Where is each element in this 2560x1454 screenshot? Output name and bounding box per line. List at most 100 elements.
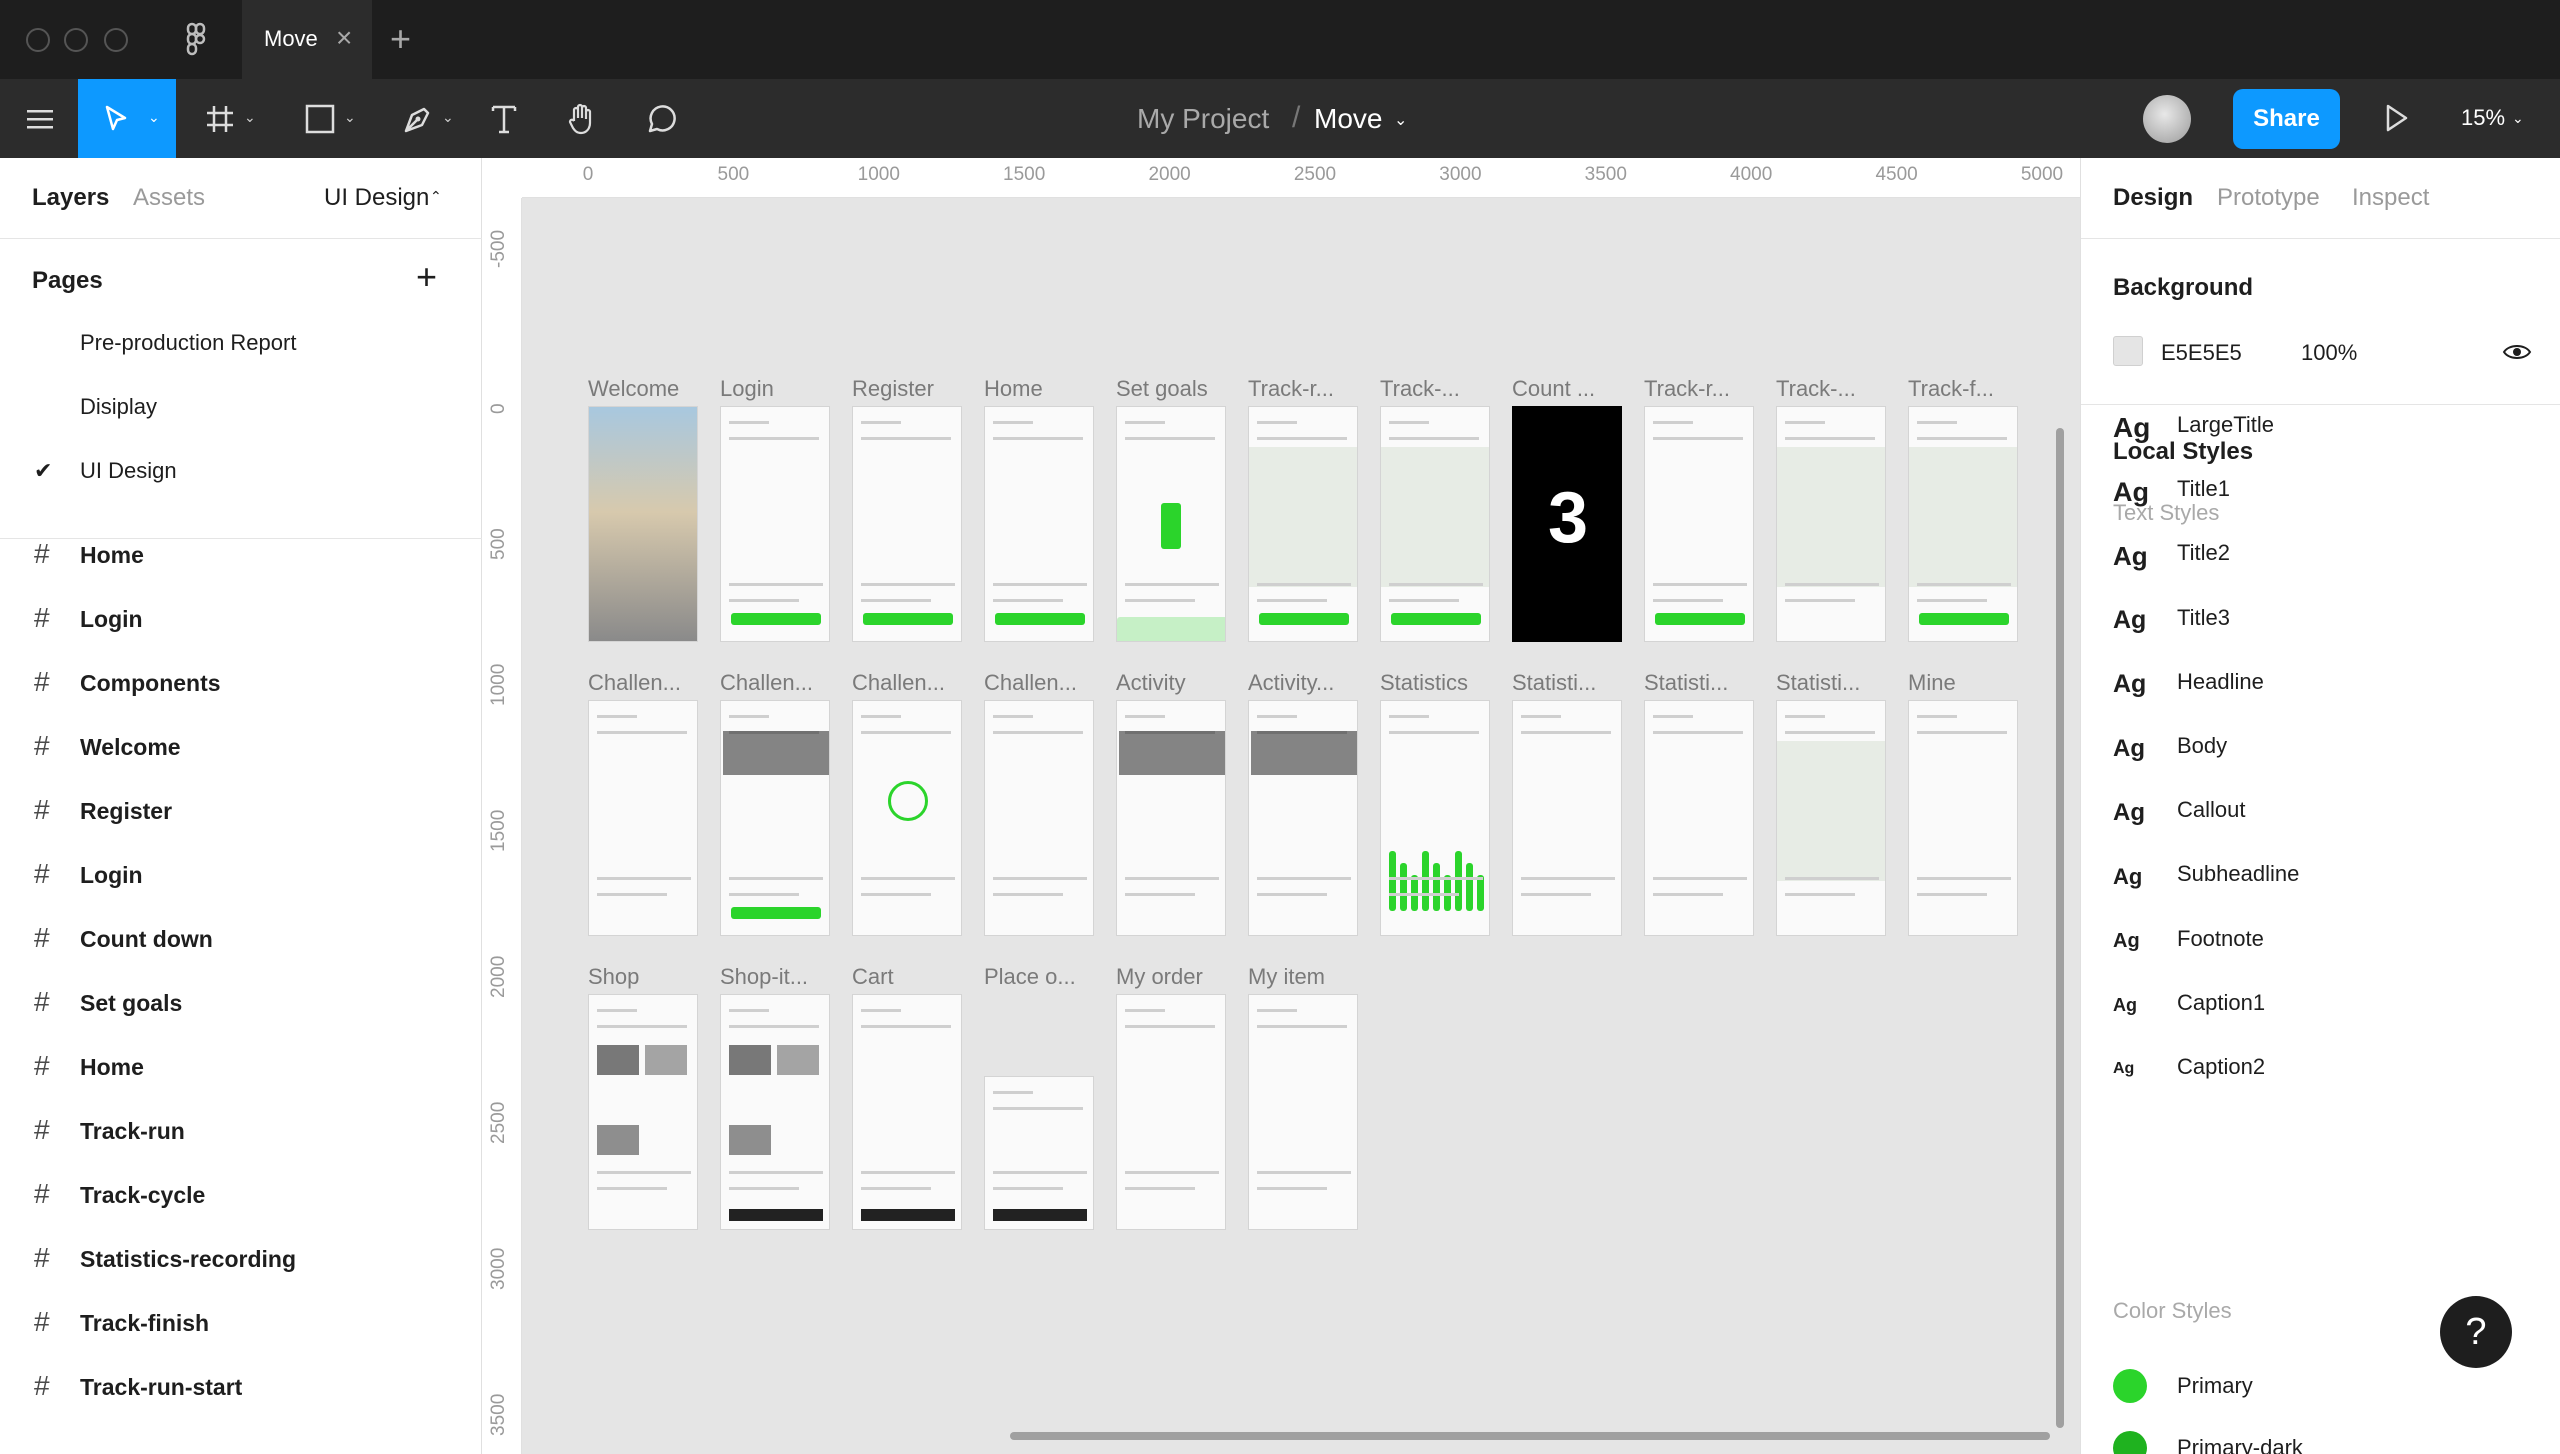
layer-row[interactable]: # Home	[0, 1034, 480, 1098]
frame-thumbnail[interactable]	[588, 406, 698, 642]
frame-label[interactable]: Track-...	[1380, 376, 1492, 402]
frame-label[interactable]: Activity	[1116, 670, 1228, 696]
add-page-button[interactable]: +	[416, 256, 437, 298]
breadcrumb-file[interactable]: Move	[1314, 103, 1382, 135]
horizontal-scrollbar[interactable]	[1010, 1432, 2050, 1440]
frame-thumbnail[interactable]	[1512, 700, 1622, 936]
frame-label[interactable]: Track-f...	[1908, 376, 2020, 402]
frame-thumbnail[interactable]	[1644, 406, 1754, 642]
text-style-name[interactable]: Caption2	[2177, 1054, 2265, 1080]
frame-label[interactable]: Cart	[852, 964, 964, 990]
tab-design[interactable]: Design	[2113, 184, 2193, 212]
chevron-down-icon[interactable]: ⌄	[2512, 110, 2524, 127]
frame-label[interactable]: Count ...	[1512, 376, 1624, 402]
pen-tool-button[interactable]: ⌄	[388, 79, 466, 158]
color-swatch-primary-dark[interactable]	[2113, 1431, 2147, 1454]
text-style-name[interactable]: Callout	[2177, 797, 2245, 823]
main-menu-button[interactable]	[16, 79, 64, 158]
help-button[interactable]: ?	[2440, 1296, 2512, 1368]
text-style-name[interactable]: LargeTitle	[2177, 412, 2274, 438]
present-play-icon[interactable]	[2380, 100, 2412, 136]
minimize-window-button[interactable]	[64, 28, 88, 52]
frame-thumbnail[interactable]	[852, 406, 962, 642]
frame-thumbnail[interactable]	[984, 1076, 1094, 1230]
frame-label[interactable]: My order	[1116, 964, 1228, 990]
layer-row[interactable]: # Track-finish	[0, 1290, 480, 1354]
frame-thumbnail[interactable]	[1380, 406, 1490, 642]
frame-label[interactable]: Activity...	[1248, 670, 1360, 696]
layer-row[interactable]: # Track-run-start	[0, 1354, 480, 1418]
figma-home-icon[interactable]	[176, 20, 216, 60]
tab-layers[interactable]: Layers	[32, 184, 109, 212]
frame-label[interactable]: Login	[720, 376, 832, 402]
frame-label[interactable]: Register	[852, 376, 964, 402]
shape-tool-button[interactable]: ⌄	[290, 79, 368, 158]
frame-thumbnail[interactable]	[1776, 406, 1886, 642]
frame-thumbnail[interactable]	[984, 406, 1094, 642]
text-style-name[interactable]: Title3	[2177, 605, 2230, 631]
vertical-scrollbar[interactable]	[2056, 428, 2064, 1428]
frame-thumbnail[interactable]	[720, 994, 830, 1230]
layer-row[interactable]: # Components	[0, 650, 480, 714]
frame-label[interactable]: Track-r...	[1248, 376, 1360, 402]
frame-thumbnail[interactable]	[1908, 406, 2018, 642]
frame-thumbnail[interactable]	[588, 700, 698, 936]
frame-label[interactable]: Challen...	[720, 670, 832, 696]
page-item-ui-design[interactable]: UI Design	[80, 458, 177, 484]
frame-label[interactable]: Set goals	[1116, 376, 1228, 402]
new-tab-button[interactable]: +	[390, 18, 411, 60]
frame-label[interactable]: Welcome	[588, 376, 700, 402]
frame-label[interactable]: Mine	[1908, 670, 2020, 696]
text-style-name[interactable]: Title1	[2177, 476, 2230, 502]
maximize-window-button[interactable]	[104, 28, 128, 52]
canvas[interactable]: Welcome Login Register Home Set goals Track-r…	[482, 158, 2080, 1454]
layer-row[interactable]: # Register	[0, 778, 480, 842]
layer-row[interactable]: # Home	[0, 522, 480, 586]
layer-row[interactable]: # Login	[0, 586, 480, 650]
frame-label[interactable]: Place o...	[984, 964, 1096, 990]
frame-thumbnail[interactable]	[720, 700, 830, 936]
page-selector[interactable]: UI Design	[324, 184, 429, 212]
frame-thumbnail[interactable]	[984, 700, 1094, 936]
chevron-up-icon[interactable]: ⌃	[430, 188, 442, 205]
frame-tool-button[interactable]: ⌄	[190, 79, 268, 158]
frame-thumbnail[interactable]	[1116, 994, 1226, 1230]
text-style-name[interactable]: Title2	[2177, 540, 2230, 566]
frame-thumbnail[interactable]	[1116, 700, 1226, 936]
zoom-level[interactable]: 15%	[2461, 105, 2505, 131]
text-tool-button[interactable]	[480, 79, 528, 158]
user-avatar[interactable]	[2143, 95, 2191, 143]
tab-prototype[interactable]: Prototype	[2217, 184, 2320, 212]
chevron-down-icon[interactable]: ⌄	[1394, 110, 1407, 130]
frame-thumbnail[interactable]	[1776, 700, 1886, 936]
text-style-name[interactable]: Footnote	[2177, 926, 2264, 952]
hand-tool-button[interactable]	[558, 79, 606, 158]
frame-label[interactable]: Challen...	[588, 670, 700, 696]
text-style-name[interactable]: Body	[2177, 733, 2227, 759]
frame-thumbnail[interactable]	[1644, 700, 1754, 936]
color-swatch-primary[interactable]	[2113, 1369, 2147, 1403]
layer-row[interactable]: # Welcome	[0, 714, 480, 778]
text-style-name[interactable]: Caption1	[2177, 990, 2265, 1016]
close-window-button[interactable]	[26, 28, 50, 52]
layer-row[interactable]: # Count down	[0, 906, 480, 970]
frame-thumbnail[interactable]	[852, 994, 962, 1230]
frame-thumbnail[interactable]	[1248, 994, 1358, 1230]
frame-thumbnail[interactable]	[1908, 700, 2018, 936]
frame-label[interactable]: Challen...	[984, 670, 1096, 696]
frame-thumbnail[interactable]	[588, 994, 698, 1230]
frame-thumbnail[interactable]	[1248, 406, 1358, 642]
frame-thumbnail[interactable]	[1116, 406, 1226, 642]
page-item-pre-production-report[interactable]: Pre-production Report	[80, 330, 296, 356]
breadcrumb-project[interactable]: My Project	[1137, 103, 1269, 135]
frame-label[interactable]: Statisti...	[1776, 670, 1888, 696]
frame-label[interactable]: My item	[1248, 964, 1360, 990]
comment-tool-button[interactable]	[638, 79, 686, 158]
tab-assets[interactable]: Assets	[133, 184, 205, 212]
frame-label[interactable]: Home	[984, 376, 1096, 402]
share-button[interactable]: Share	[2233, 89, 2340, 149]
layer-row[interactable]: # Statistics-recording	[0, 1226, 480, 1290]
tab-inspect[interactable]: Inspect	[2352, 184, 2429, 212]
layer-row[interactable]: # Login	[0, 842, 480, 906]
close-tab-icon[interactable]: ×	[336, 22, 352, 54]
